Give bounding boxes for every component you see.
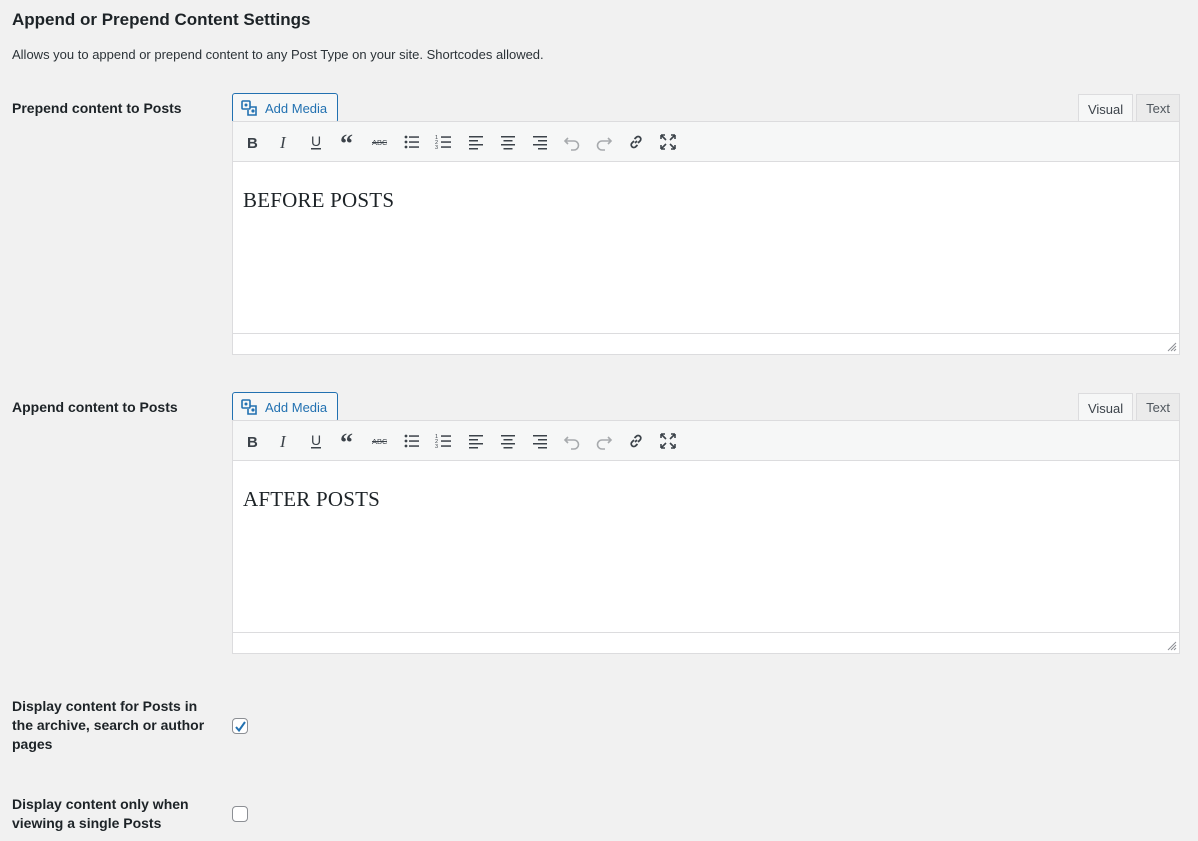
- align-right-button[interactable]: [524, 426, 556, 456]
- bulleted-list-icon: [404, 434, 419, 447]
- fullscreen-button[interactable]: [652, 127, 684, 157]
- link-icon: [630, 135, 642, 148]
- prepend-editor: Add Media Visual Text B I U “ ABC 1 2 3 BEFORE POST…: [232, 93, 1180, 362]
- editor-box: B I U “ ABC 1 2 3 AFTER POSTS: [232, 420, 1180, 654]
- link-icon: [630, 434, 642, 447]
- link-button[interactable]: [620, 426, 652, 456]
- editor-content[interactable]: AFTER POSTS: [233, 461, 1179, 632]
- align-center-icon: [501, 434, 515, 448]
- editor-toolbar: B I U “ ABC 1 2 3: [233, 122, 1179, 162]
- align-left-button[interactable]: [460, 127, 492, 157]
- svg-text:B: B: [247, 434, 258, 451]
- align-center-button[interactable]: [492, 426, 524, 456]
- italic-button[interactable]: I: [268, 426, 300, 456]
- link-button[interactable]: [620, 127, 652, 157]
- underline-icon: U: [311, 432, 321, 448]
- svg-text:U: U: [311, 432, 321, 448]
- svg-text:U: U: [311, 133, 321, 149]
- prepend-label: Prepend content to Posts: [12, 100, 182, 116]
- editor-statusbar: [233, 632, 1179, 653]
- undo-button[interactable]: [556, 127, 588, 157]
- add-media-button[interactable]: Add Media: [232, 93, 338, 123]
- numbered-list-button[interactable]: 123: [428, 127, 460, 157]
- add-media-button[interactable]: Add Media: [232, 392, 338, 422]
- blockquote-icon: “: [340, 431, 353, 451]
- tab-visual[interactable]: Visual: [1077, 393, 1134, 422]
- archive-option-checkbox[interactable]: [232, 718, 248, 734]
- numbered-list-icon: 123: [435, 434, 451, 450]
- archive-option-label: Display content for Posts in the archive…: [12, 698, 205, 752]
- blockquote-button[interactable]: “: [332, 426, 364, 456]
- underline-button[interactable]: U: [300, 426, 332, 456]
- align-center-button[interactable]: [492, 127, 524, 157]
- svg-text:I: I: [279, 432, 287, 451]
- add-media-label: Add Media: [265, 399, 328, 415]
- redo-icon: [596, 136, 613, 151]
- editor-content[interactable]: BEFORE POSTS: [233, 162, 1179, 333]
- blockquote-button[interactable]: “: [332, 127, 364, 157]
- fullscreen-button[interactable]: [652, 426, 684, 456]
- fullscreen-icon: [660, 133, 676, 150]
- strikethrough-button[interactable]: ABC: [364, 426, 396, 456]
- media-icon: [241, 100, 257, 116]
- align-center-icon: [501, 135, 515, 149]
- add-media-label: Add Media: [265, 100, 328, 116]
- blockquote-icon: “: [340, 132, 353, 152]
- fullscreen-icon: [660, 432, 676, 449]
- align-left-icon: [469, 434, 483, 448]
- page-description: Allows you to append or prepend content …: [12, 47, 544, 62]
- tab-text[interactable]: Text: [1136, 393, 1180, 421]
- svg-text:3: 3: [435, 145, 438, 151]
- strikethrough-icon: ABC: [372, 437, 388, 446]
- bulleted-list-button[interactable]: [396, 426, 428, 456]
- media-icon: [241, 399, 257, 415]
- undo-icon: [563, 435, 580, 450]
- single-option-checkbox[interactable]: [232, 806, 248, 822]
- redo-icon: [596, 435, 613, 450]
- align-left-button[interactable]: [460, 426, 492, 456]
- svg-text:3: 3: [435, 444, 438, 450]
- bold-button[interactable]: B: [236, 426, 268, 456]
- editor-box: B I U “ ABC 1 2 3 BEFORE POSTS: [232, 121, 1180, 355]
- redo-button[interactable]: [588, 426, 620, 456]
- align-left-icon: [469, 135, 483, 149]
- resize-handle-icon[interactable]: [1167, 342, 1177, 352]
- single-option-label: Display content only when viewing a sing…: [12, 796, 189, 831]
- bulleted-list-icon: [404, 135, 419, 148]
- italic-icon: I: [279, 432, 287, 451]
- bulleted-list-button[interactable]: [396, 127, 428, 157]
- page-title: Append or Prepend Content Settings: [12, 10, 311, 29]
- italic-icon: I: [279, 133, 287, 152]
- tab-visual[interactable]: Visual: [1077, 94, 1134, 123]
- editor-tabs: Visual Text: [1075, 93, 1180, 123]
- align-right-icon: [533, 135, 547, 149]
- bold-icon: B: [247, 434, 258, 451]
- bold-button[interactable]: B: [236, 127, 268, 157]
- strikethrough-icon: ABC: [372, 138, 388, 147]
- numbered-list-icon: 123: [435, 135, 451, 151]
- underline-icon: U: [311, 133, 321, 149]
- append-editor: Add Media Visual Text B I U “ ABC 1 2 3 AFTER POSTS: [232, 392, 1180, 661]
- undo-icon: [563, 136, 580, 151]
- append-label: Append content to Posts: [12, 399, 178, 415]
- numbered-list-button[interactable]: 123: [428, 426, 460, 456]
- underline-button[interactable]: U: [300, 127, 332, 157]
- strikethrough-button[interactable]: ABC: [364, 127, 396, 157]
- svg-text:“: “: [340, 132, 353, 152]
- svg-text:I: I: [279, 133, 287, 152]
- align-right-button[interactable]: [524, 127, 556, 157]
- svg-text:B: B: [247, 135, 258, 152]
- editor-toolbar: B I U “ ABC 1 2 3: [233, 421, 1179, 461]
- editor-tabs: Visual Text: [1075, 392, 1180, 422]
- tab-text[interactable]: Text: [1136, 94, 1180, 122]
- redo-button[interactable]: [588, 127, 620, 157]
- bold-icon: B: [247, 135, 258, 152]
- resize-handle-icon[interactable]: [1167, 641, 1177, 651]
- align-right-icon: [533, 434, 547, 448]
- undo-button[interactable]: [556, 426, 588, 456]
- svg-text:“: “: [340, 431, 353, 451]
- editor-statusbar: [233, 333, 1179, 354]
- checkmark-icon: [234, 720, 246, 732]
- italic-button[interactable]: I: [268, 127, 300, 157]
